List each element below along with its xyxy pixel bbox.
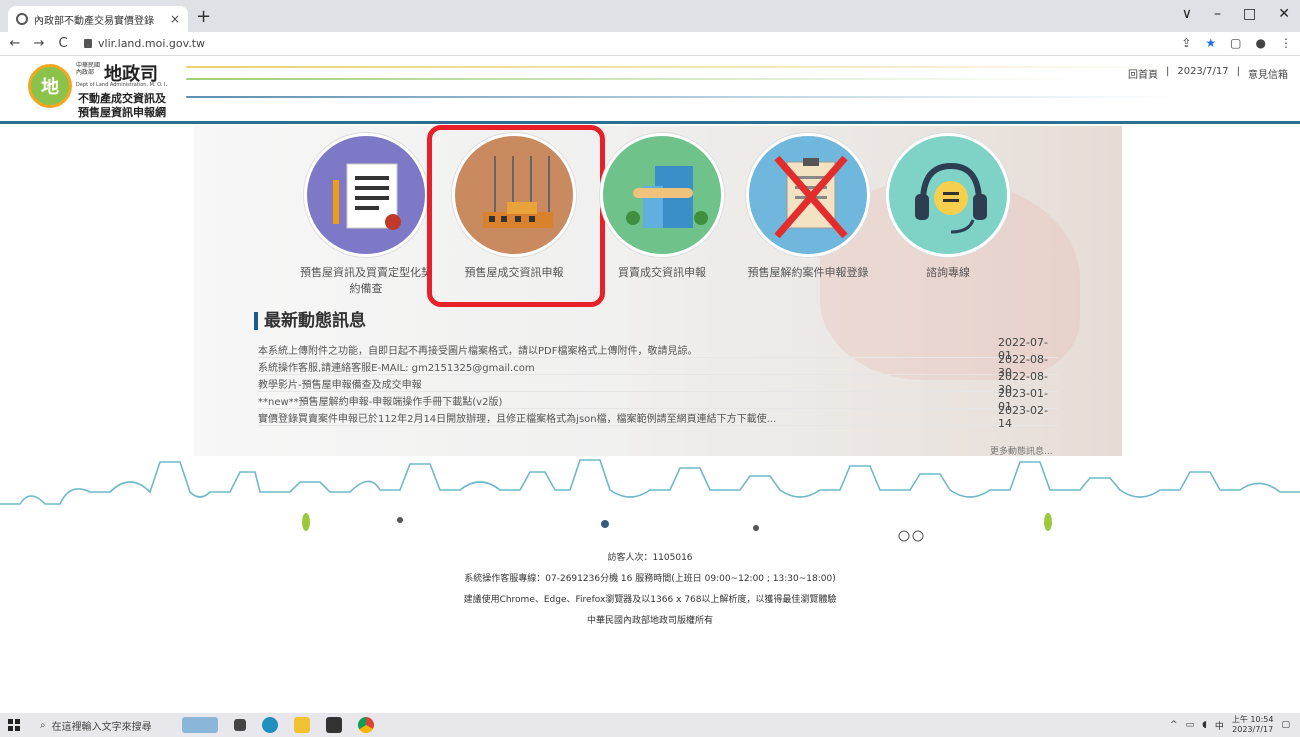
url-text: vlir.land.moi.gov.tw bbox=[98, 37, 206, 50]
news-text[interactable]: **new**預售屋解約申報-申報端操作手冊下載點(v2版) bbox=[258, 393, 502, 408]
service-label: 買賣成交資訊申報 bbox=[618, 266, 706, 279]
windows-taskbar: ⌕ 在這裡輸入文字來搜尋 ^ ▭ ◖ 中 上午 10:54 2023/7/17 … bbox=[0, 713, 1300, 737]
task-view-icon[interactable] bbox=[233, 719, 246, 731]
tab-search-icon[interactable]: ∨ bbox=[1182, 6, 1192, 22]
mail-icon[interactable] bbox=[325, 717, 342, 733]
taskbar-apps bbox=[181, 717, 374, 733]
visitor-count: 訪客人次：1105016 bbox=[607, 553, 693, 563]
browser-recommendation: 建議使用Chrome、Edge、Firefox瀏覽器及以1366 x 768以上… bbox=[463, 595, 837, 605]
lock-icon bbox=[84, 39, 92, 48]
current-date: 2023/7/17 bbox=[1177, 66, 1229, 77]
cancelled-contract-icon bbox=[746, 133, 870, 257]
header-decor-line bbox=[186, 78, 1086, 80]
search-icon: ⌕ bbox=[40, 719, 46, 731]
back-button[interactable]: ← bbox=[6, 36, 24, 51]
highlight-annotation bbox=[427, 125, 605, 307]
headset-support-icon bbox=[886, 133, 1010, 257]
news-date: 2023-02-14 bbox=[998, 404, 1048, 430]
address-bar: ← → C vlir.land.moi.gov.tw ⇪ ★ ▢ ● ⋮ bbox=[0, 32, 1300, 56]
service-sale-report[interactable]: 買賣成交資訊申報 bbox=[587, 133, 737, 281]
header-decor-line bbox=[186, 96, 1186, 98]
browser-tab-bar: 內政部不動產交易實價登錄 × + ∨ – □ ✕ bbox=[0, 0, 1300, 32]
news-section-title: 最新動態訊息 bbox=[254, 312, 366, 330]
news-text[interactable]: 教學影片-預售屋申報備查及成交申報 bbox=[258, 376, 422, 391]
browser-toolbar-icons: ⇪ ★ ▢ ● ⋮ bbox=[1181, 36, 1292, 50]
news-text[interactable]: 系統操作客服,請連絡客服E-MAIL: gm2151325@gmail.com bbox=[258, 359, 535, 374]
dept-english: Dept of Land Administration, M. O. I. bbox=[76, 82, 168, 88]
header-links: 回首頁 | 2023/7/17 | 意見信箱 bbox=[1128, 66, 1288, 81]
city-skyline-illustration bbox=[0, 459, 1300, 542]
service-label: 諮詢專線 bbox=[926, 266, 970, 279]
file-explorer-icon[interactable] bbox=[293, 717, 310, 733]
reload-button[interactable]: C bbox=[54, 36, 72, 51]
header-decor-line bbox=[186, 66, 1186, 68]
tab-close-icon[interactable]: × bbox=[170, 12, 180, 26]
service-presale-contract[interactable]: 預售屋資訊及買賣定型化契約備查 bbox=[291, 133, 441, 297]
link-separator: | bbox=[1165, 66, 1170, 77]
news-item[interactable]: 教學影片-預售屋申報備查及成交申報 2022-08-30 bbox=[258, 370, 1058, 396]
volume-icon[interactable]: ◖ bbox=[1202, 720, 1207, 730]
windows-start-icon[interactable] bbox=[8, 719, 20, 731]
menu-icon[interactable]: ⋮ bbox=[1280, 36, 1292, 50]
chrome-icon[interactable] bbox=[357, 717, 374, 733]
side-panel-icon[interactable]: ▢ bbox=[1230, 36, 1241, 50]
share-icon[interactable]: ⇪ bbox=[1181, 36, 1191, 50]
maximize-button[interactable]: □ bbox=[1243, 6, 1256, 22]
copyright: 中華民國內政部地政司版權所有 bbox=[586, 616, 713, 626]
handshake-building-icon bbox=[600, 133, 724, 257]
logo-small-text: 中華民國 內政部 bbox=[76, 62, 101, 76]
feedback-link[interactable]: 意見信箱 bbox=[1248, 66, 1288, 81]
service-label: 預售屋解約案件申報登錄 bbox=[747, 266, 869, 279]
globe-icon bbox=[16, 13, 28, 25]
news-text[interactable]: 實價登錄買賣案件申報已於112年2月14日開放辦理，且修正檔案格式為json檔，… bbox=[258, 410, 776, 425]
window-controls: ∨ – □ ✕ bbox=[1182, 6, 1290, 22]
home-link[interactable]: 回首頁 bbox=[1128, 66, 1158, 81]
news-list: 本系統上傳附件之功能，自即日起不再接受圖片檔案格式，請以PDF檔案格式上傳附件，… bbox=[258, 336, 1058, 430]
service-cancellation-report[interactable]: 預售屋解約案件申報登錄 bbox=[733, 133, 883, 281]
clock[interactable]: 上午 10:54 2023/7/17 bbox=[1232, 715, 1274, 735]
clock-time: 上午 10:54 bbox=[1231, 715, 1274, 724]
link-separator: | bbox=[1236, 66, 1240, 77]
ime-indicator[interactable]: 中 bbox=[1215, 719, 1224, 732]
news-item[interactable]: 實價登錄買賣案件申報已於112年2月14日開放辦理，且修正檔案格式為json檔，… bbox=[258, 404, 1058, 430]
notification-icon[interactable]: ▢ bbox=[1281, 720, 1290, 730]
taskbar-search-placeholder: 在這裡輸入文字來搜尋 bbox=[51, 721, 152, 733]
network-icon[interactable]: ▭ bbox=[1186, 720, 1195, 730]
service-hotline[interactable]: 諮詢專線 bbox=[873, 133, 1023, 281]
forward-button[interactable]: → bbox=[30, 36, 48, 51]
site-header: 地 中華民國 內政部 地政司 Dept of Land Administrati… bbox=[0, 56, 1300, 122]
edge-browser-icon[interactable] bbox=[261, 717, 278, 733]
profile-icon[interactable]: ● bbox=[1256, 36, 1266, 50]
taskbar-search[interactable]: ⌕ 在這裡輸入文字來搜尋 bbox=[40, 718, 152, 733]
site-name-line2: 預售屋資訊申報網 bbox=[78, 106, 166, 119]
service-label: 預售屋資訊及買賣定型化契約備查 bbox=[300, 266, 432, 295]
bookmark-star-icon[interactable]: ★ bbox=[1205, 36, 1216, 50]
minimize-button[interactable]: – bbox=[1214, 6, 1221, 22]
new-tab-button[interactable]: + bbox=[196, 6, 211, 27]
news-item[interactable]: 系統操作客服,請連絡客服E-MAIL: gm2151325@gmail.com … bbox=[258, 353, 1058, 379]
header-rule bbox=[0, 121, 1300, 124]
site-footer: 訪客人次：1105016 系統操作客服專線：07-2691236分機 16 服務… bbox=[0, 548, 1300, 632]
contract-doc-icon bbox=[304, 133, 428, 257]
close-window-button[interactable]: ✕ bbox=[1278, 6, 1290, 22]
clock-date: 2023/7/17 bbox=[1232, 725, 1274, 734]
browser-tab[interactable]: 內政部不動產交易實價登錄 × bbox=[8, 6, 188, 32]
tray-chevron-icon[interactable]: ^ bbox=[1170, 720, 1178, 730]
tab-title: 內政部不動產交易實價登錄 bbox=[34, 15, 154, 27]
news-item[interactable]: 本系統上傳附件之功能，自即日起不再接受圖片檔案格式，請以PDF檔案格式上傳附件，… bbox=[258, 336, 1058, 362]
system-tray: ^ ▭ ◖ 中 上午 10:54 2023/7/17 ▢ bbox=[1170, 715, 1290, 735]
news-text[interactable]: 本系統上傳附件之功能，自即日起不再接受圖片檔案格式，請以PDF檔案格式上傳附件，… bbox=[258, 342, 697, 357]
url-field[interactable]: vlir.land.moi.gov.tw bbox=[84, 37, 205, 50]
hotline-info: 系統操作客服專線：07-2691236分機 16 服務時間(上班日 09:00~… bbox=[464, 574, 836, 584]
news-item[interactable]: **new**預售屋解約申報-申報端操作手冊下載點(v2版) 2023-01-0… bbox=[258, 387, 1058, 413]
moi-logo-icon[interactable]: 地 bbox=[28, 64, 72, 108]
weather-widget-icon[interactable] bbox=[181, 717, 218, 733]
